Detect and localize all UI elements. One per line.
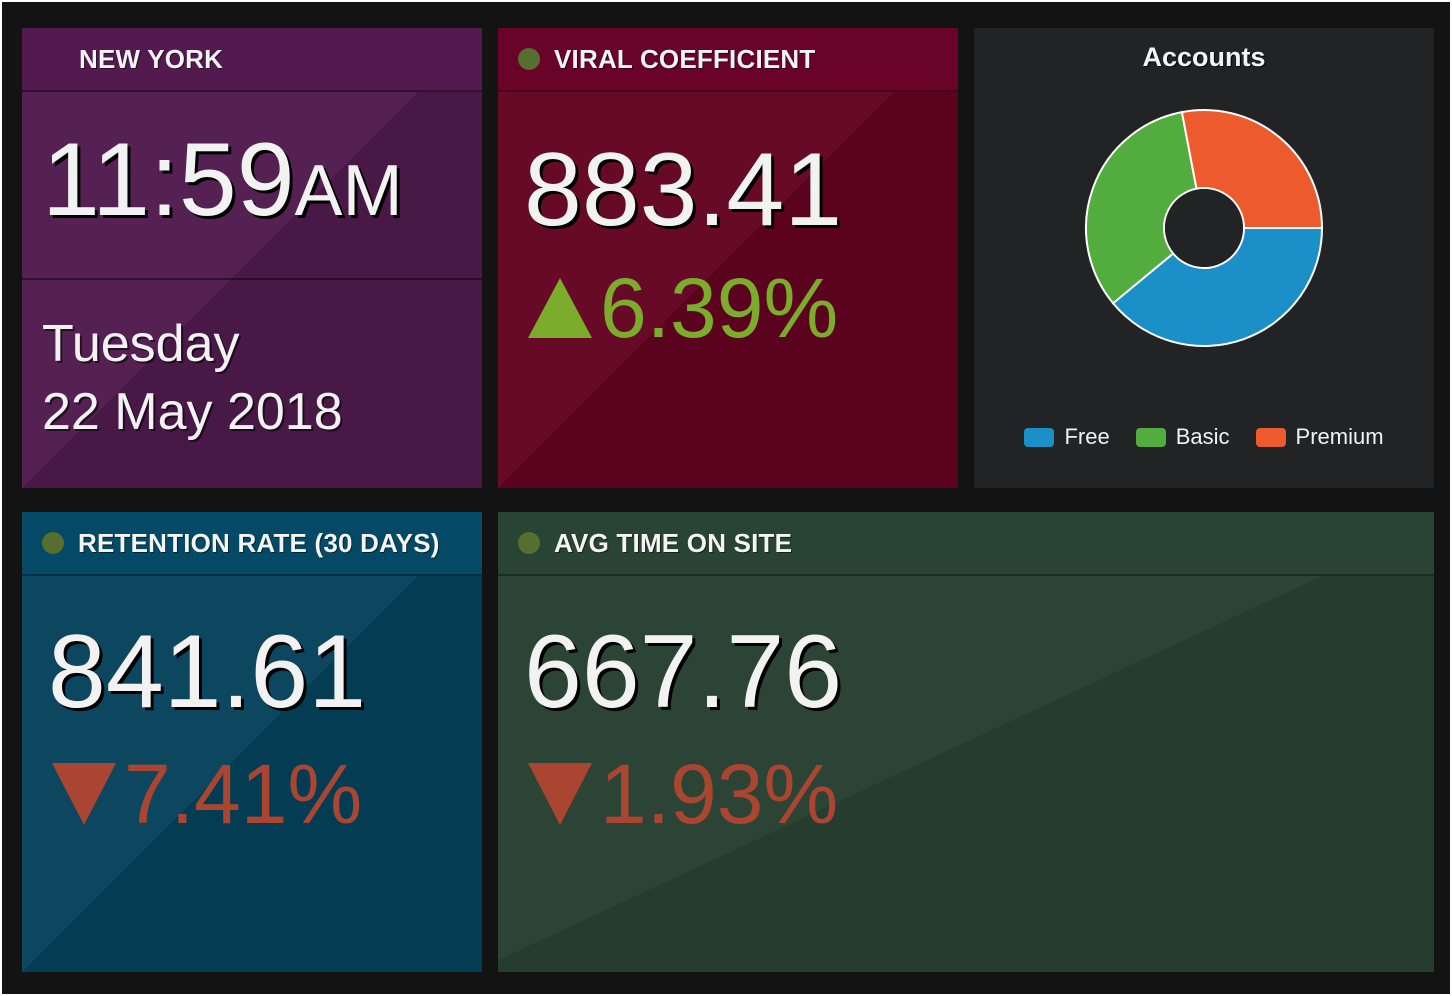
time-panel: 11:59AM [22,92,482,278]
clock-time: 11:59AM [42,128,403,232]
divider [22,278,482,280]
widget-title: RETENTION RATE (30 DAYS) [78,527,440,558]
legend-swatch [1024,427,1055,447]
legend-item-free[interactable]: Free [1024,424,1110,450]
chart-legend: Free Basic Premium [974,424,1434,450]
legend-swatch [1135,427,1166,447]
change-value: 1.93% [600,747,839,841]
arrow-down-icon [528,763,592,825]
metric-value: 883.41 [524,132,843,248]
metric-change: 1.93% [528,752,838,836]
dashboard: NEW YORK 11:59AM Tuesday 22 May 2018 VIR… [2,2,1450,994]
legend-item-premium[interactable]: Premium [1255,424,1384,450]
donut-chart [1085,109,1324,347]
status-dot [42,532,64,554]
date-label: 22 May 2018 [42,383,343,441]
retention-rate-widget: RETENTION RATE (30 DAYS) 841.61 7.41% [22,512,482,972]
widget-title: VIRAL COEFFICIENT [554,43,816,74]
donut-hole [1165,189,1243,267]
avg-time-on-site-widget: AVG TIME ON SITE 667.76 1.93% [498,512,1434,972]
arrow-down-icon [52,763,116,825]
metric-value: 667.76 [524,614,843,730]
avg-time-header: AVG TIME ON SITE [498,512,1434,576]
arrow-up-icon [528,278,592,338]
legend-label: Premium [1295,424,1384,449]
city-label: NEW YORK [79,43,224,74]
legend-label: Free [1064,424,1110,449]
metric-change: 7.41% [52,752,362,836]
time-value: 11:59 [42,122,295,238]
change-value: 7.41% [124,747,363,841]
weekday-label: Tuesday [42,315,240,373]
clock-widget: NEW YORK 11:59AM Tuesday 22 May 2018 [22,28,482,488]
viral-coefficient-widget: VIRAL COEFFICIENT 883.41 6.39% [498,28,958,488]
chart-title: Accounts [1142,42,1266,72]
legend-swatch [1255,427,1286,447]
legend-item-basic[interactable]: Basic [1135,424,1230,450]
clock-header: NEW YORK [22,28,482,92]
metric-value: 841.61 [48,614,367,730]
metric-change: 6.39% [528,266,838,350]
change-value: 6.39% [600,261,839,355]
legend-label: Basic [1175,424,1230,449]
status-dot [518,532,540,554]
accounts-chart-widget: Accounts Free Basic Premium [974,28,1434,488]
widget-title: AVG TIME ON SITE [554,527,793,558]
meridiem: AM [294,151,403,231]
retention-header: RETENTION RATE (30 DAYS) [22,512,482,576]
viral-header: VIRAL COEFFICIENT [498,28,958,92]
status-dot [518,48,540,70]
